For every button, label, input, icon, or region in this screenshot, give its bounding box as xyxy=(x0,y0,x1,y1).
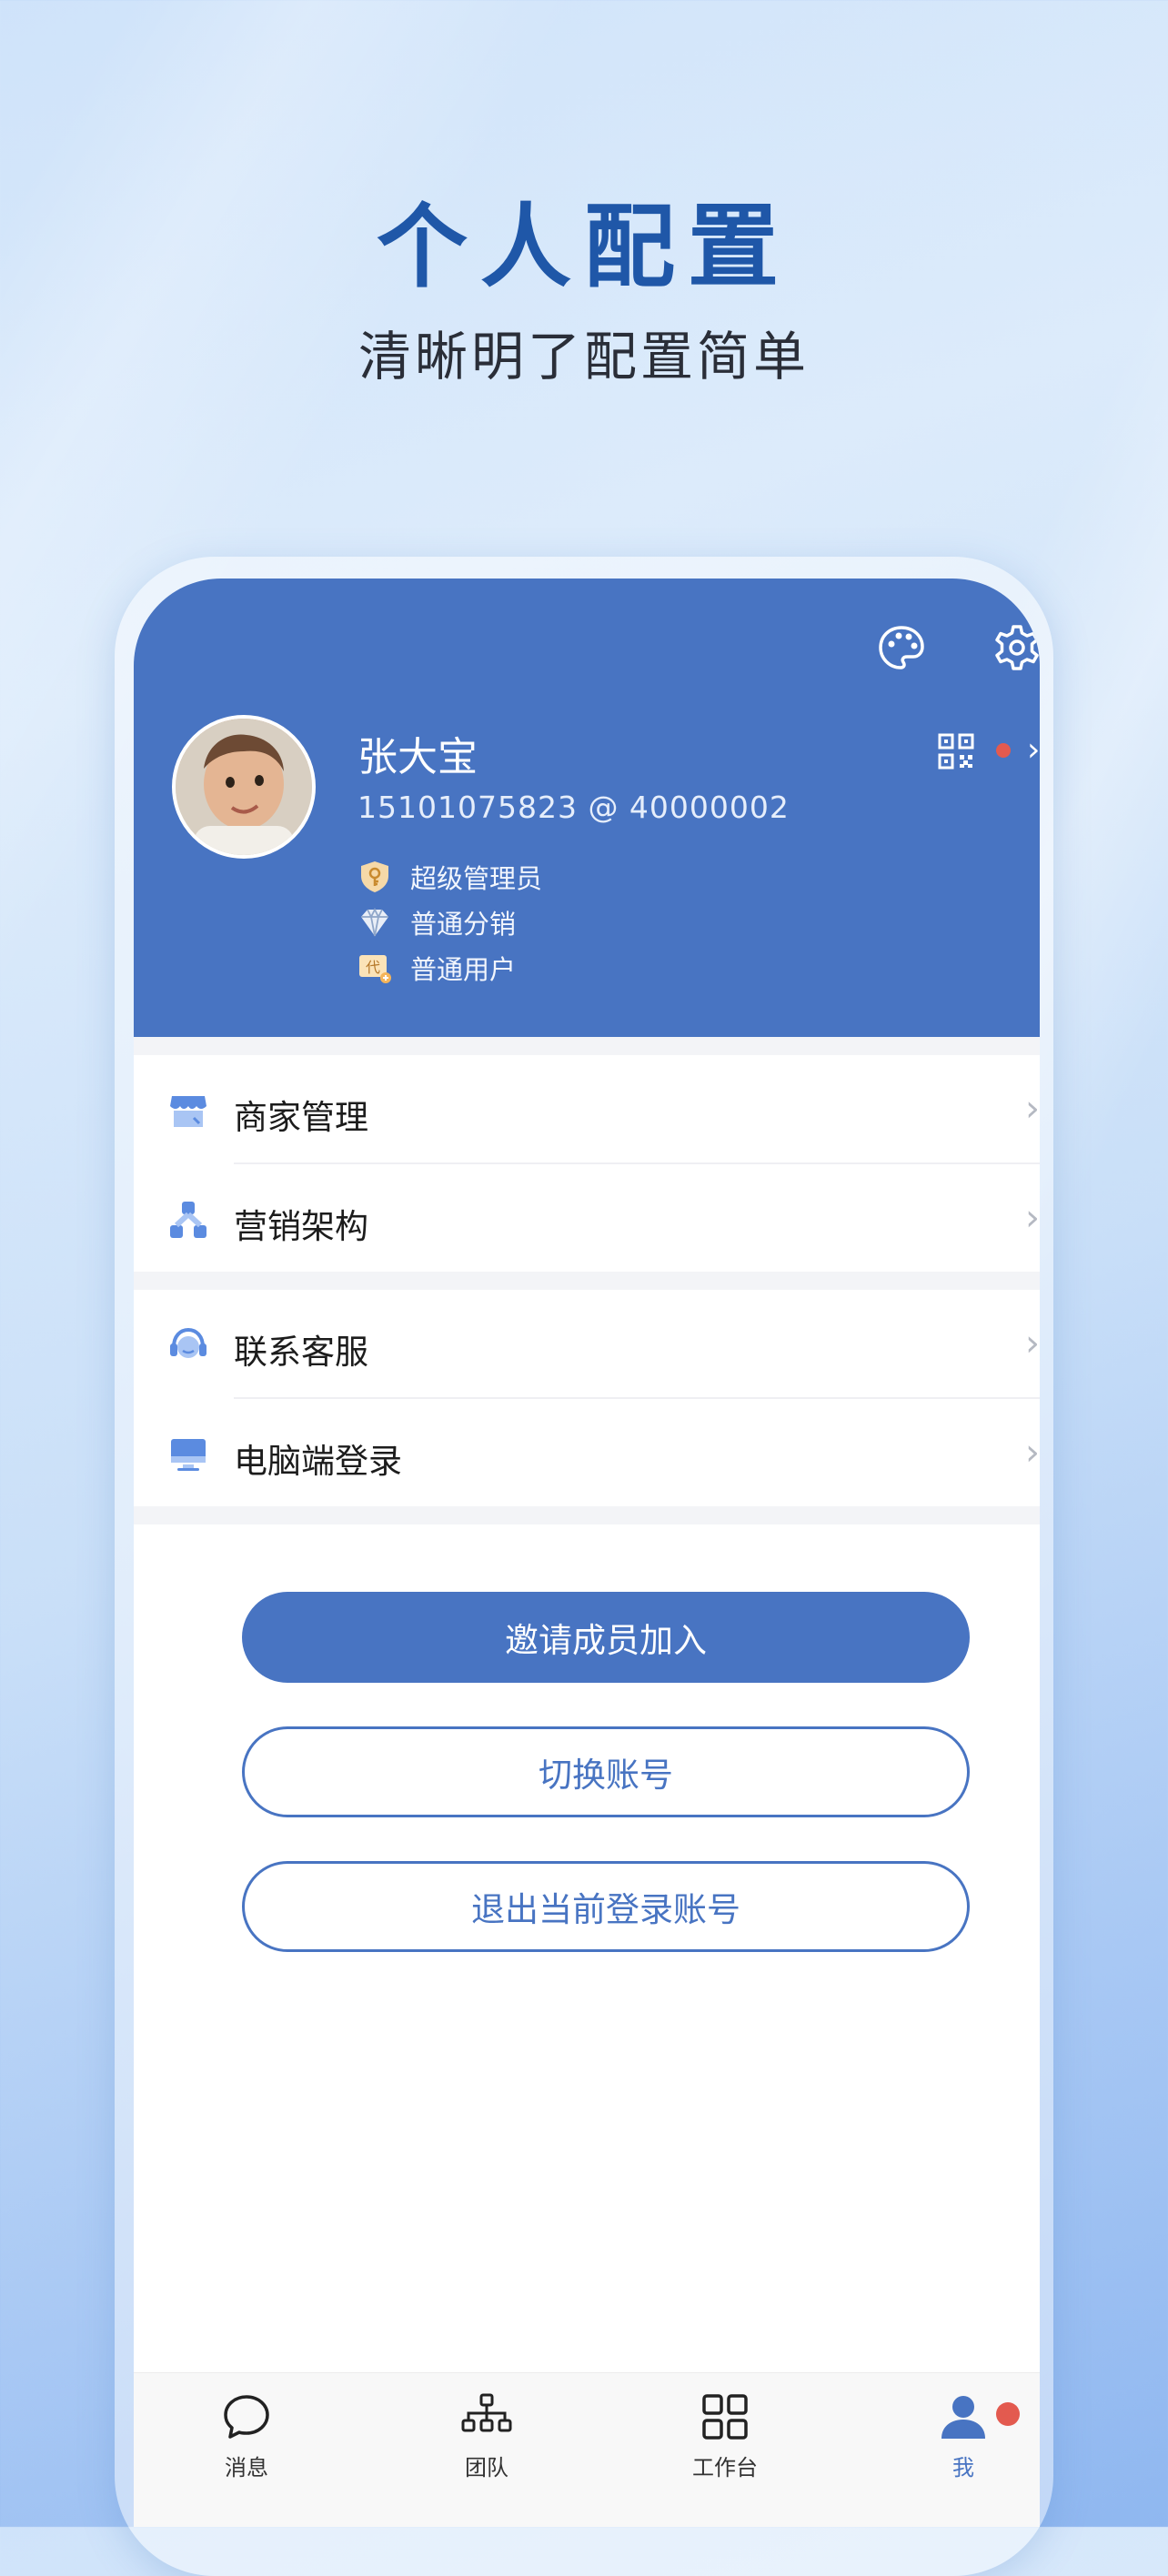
role-label: 普通用户 xyxy=(410,954,517,985)
chevron-right-icon: › xyxy=(1025,1197,1040,1239)
diamond-icon xyxy=(361,907,388,937)
role-label: 超级管理员 xyxy=(410,863,543,894)
palette-icon[interactable] xyxy=(876,622,927,673)
svg-text:代: 代 xyxy=(366,959,380,976)
tab-bar: 消息 团队 工作台 我 xyxy=(134,2372,1040,2527)
menu-item-label: 联系客服 xyxy=(234,1333,368,1372)
chevron-right-icon[interactable]: › xyxy=(1027,731,1040,769)
menu-item-label: 营销架构 xyxy=(234,1207,368,1246)
tab-label: 我 xyxy=(952,2455,974,2480)
notification-badge xyxy=(996,2402,1020,2426)
role-label: 普通分销 xyxy=(410,909,517,940)
logout-button[interactable]: 退出当前登录账号 xyxy=(242,1861,970,1952)
person-icon xyxy=(941,2396,985,2439)
tab-label: 团队 xyxy=(465,2455,508,2480)
grid-icon xyxy=(702,2394,748,2440)
notification-dot xyxy=(996,743,1011,758)
user-id-line: 15101075823 @ 40000002 xyxy=(357,790,790,825)
avatar[interactable] xyxy=(172,715,316,859)
chevron-right-icon: › xyxy=(1025,1432,1040,1474)
section-gap xyxy=(134,1272,1040,1290)
phone-screen: 张大宝 15101075823 @ 40000002 › 超级管理员 普通分销 … xyxy=(134,579,1040,2527)
agent-badge-icon: 代 xyxy=(359,955,391,983)
chat-bubble-icon xyxy=(224,2395,269,2439)
structure-icon xyxy=(170,1202,206,1238)
hero-title: 个人配置 xyxy=(377,194,791,300)
tab-team[interactable]: 团队 xyxy=(414,2390,559,2481)
settings-icon[interactable] xyxy=(992,622,1040,673)
tab-workbench[interactable]: 工作台 xyxy=(652,2390,798,2481)
monitor-icon xyxy=(171,1439,206,1471)
menu-group-2: 联系客服 › 电脑端登录 › xyxy=(134,1290,1040,1506)
section-gap xyxy=(134,1506,1040,1524)
tab-label: 工作台 xyxy=(692,2455,758,2480)
tab-label: 消息 xyxy=(225,2455,268,2480)
menu-item-merchant[interactable]: 商家管理 › xyxy=(134,1055,1040,1162)
role-row: 普通分销 xyxy=(357,902,516,942)
menu-item-pc-login[interactable]: 电脑端登录 › xyxy=(134,1399,1040,1506)
tab-messages[interactable]: 消息 xyxy=(174,2390,319,2481)
org-chart-icon xyxy=(461,2393,512,2432)
store-icon xyxy=(170,1096,206,1127)
role-row: 代 普通用户 xyxy=(357,948,516,988)
key-shield-icon xyxy=(361,861,388,892)
menu-item-support[interactable]: 联系客服 › xyxy=(134,1290,1040,1397)
headset-icon xyxy=(170,1327,206,1358)
chevron-right-icon: › xyxy=(1025,1323,1040,1364)
menu-item-marketing[interactable]: 营销架构 › xyxy=(134,1164,1040,1272)
menu-group-1: 商家管理 › 营销架构 › xyxy=(134,1055,1040,1272)
hero-subtitle: 清晰明了配置简单 xyxy=(357,326,810,387)
menu-item-label: 商家管理 xyxy=(234,1098,368,1137)
user-name: 张大宝 xyxy=(357,734,478,780)
role-row: 超级管理员 xyxy=(357,857,542,897)
switch-account-button[interactable]: 切换账号 xyxy=(242,1726,970,1817)
menu-item-label: 电脑端登录 xyxy=(234,1442,402,1481)
profile-header: 张大宝 15101075823 @ 40000002 › 超级管理员 普通分销 … xyxy=(134,579,1040,1037)
section-gap xyxy=(134,1037,1040,1055)
invite-member-button[interactable]: 邀请成员加入 xyxy=(242,1592,970,1683)
qr-code-icon[interactable] xyxy=(938,733,974,770)
chevron-right-icon: › xyxy=(1025,1088,1040,1130)
